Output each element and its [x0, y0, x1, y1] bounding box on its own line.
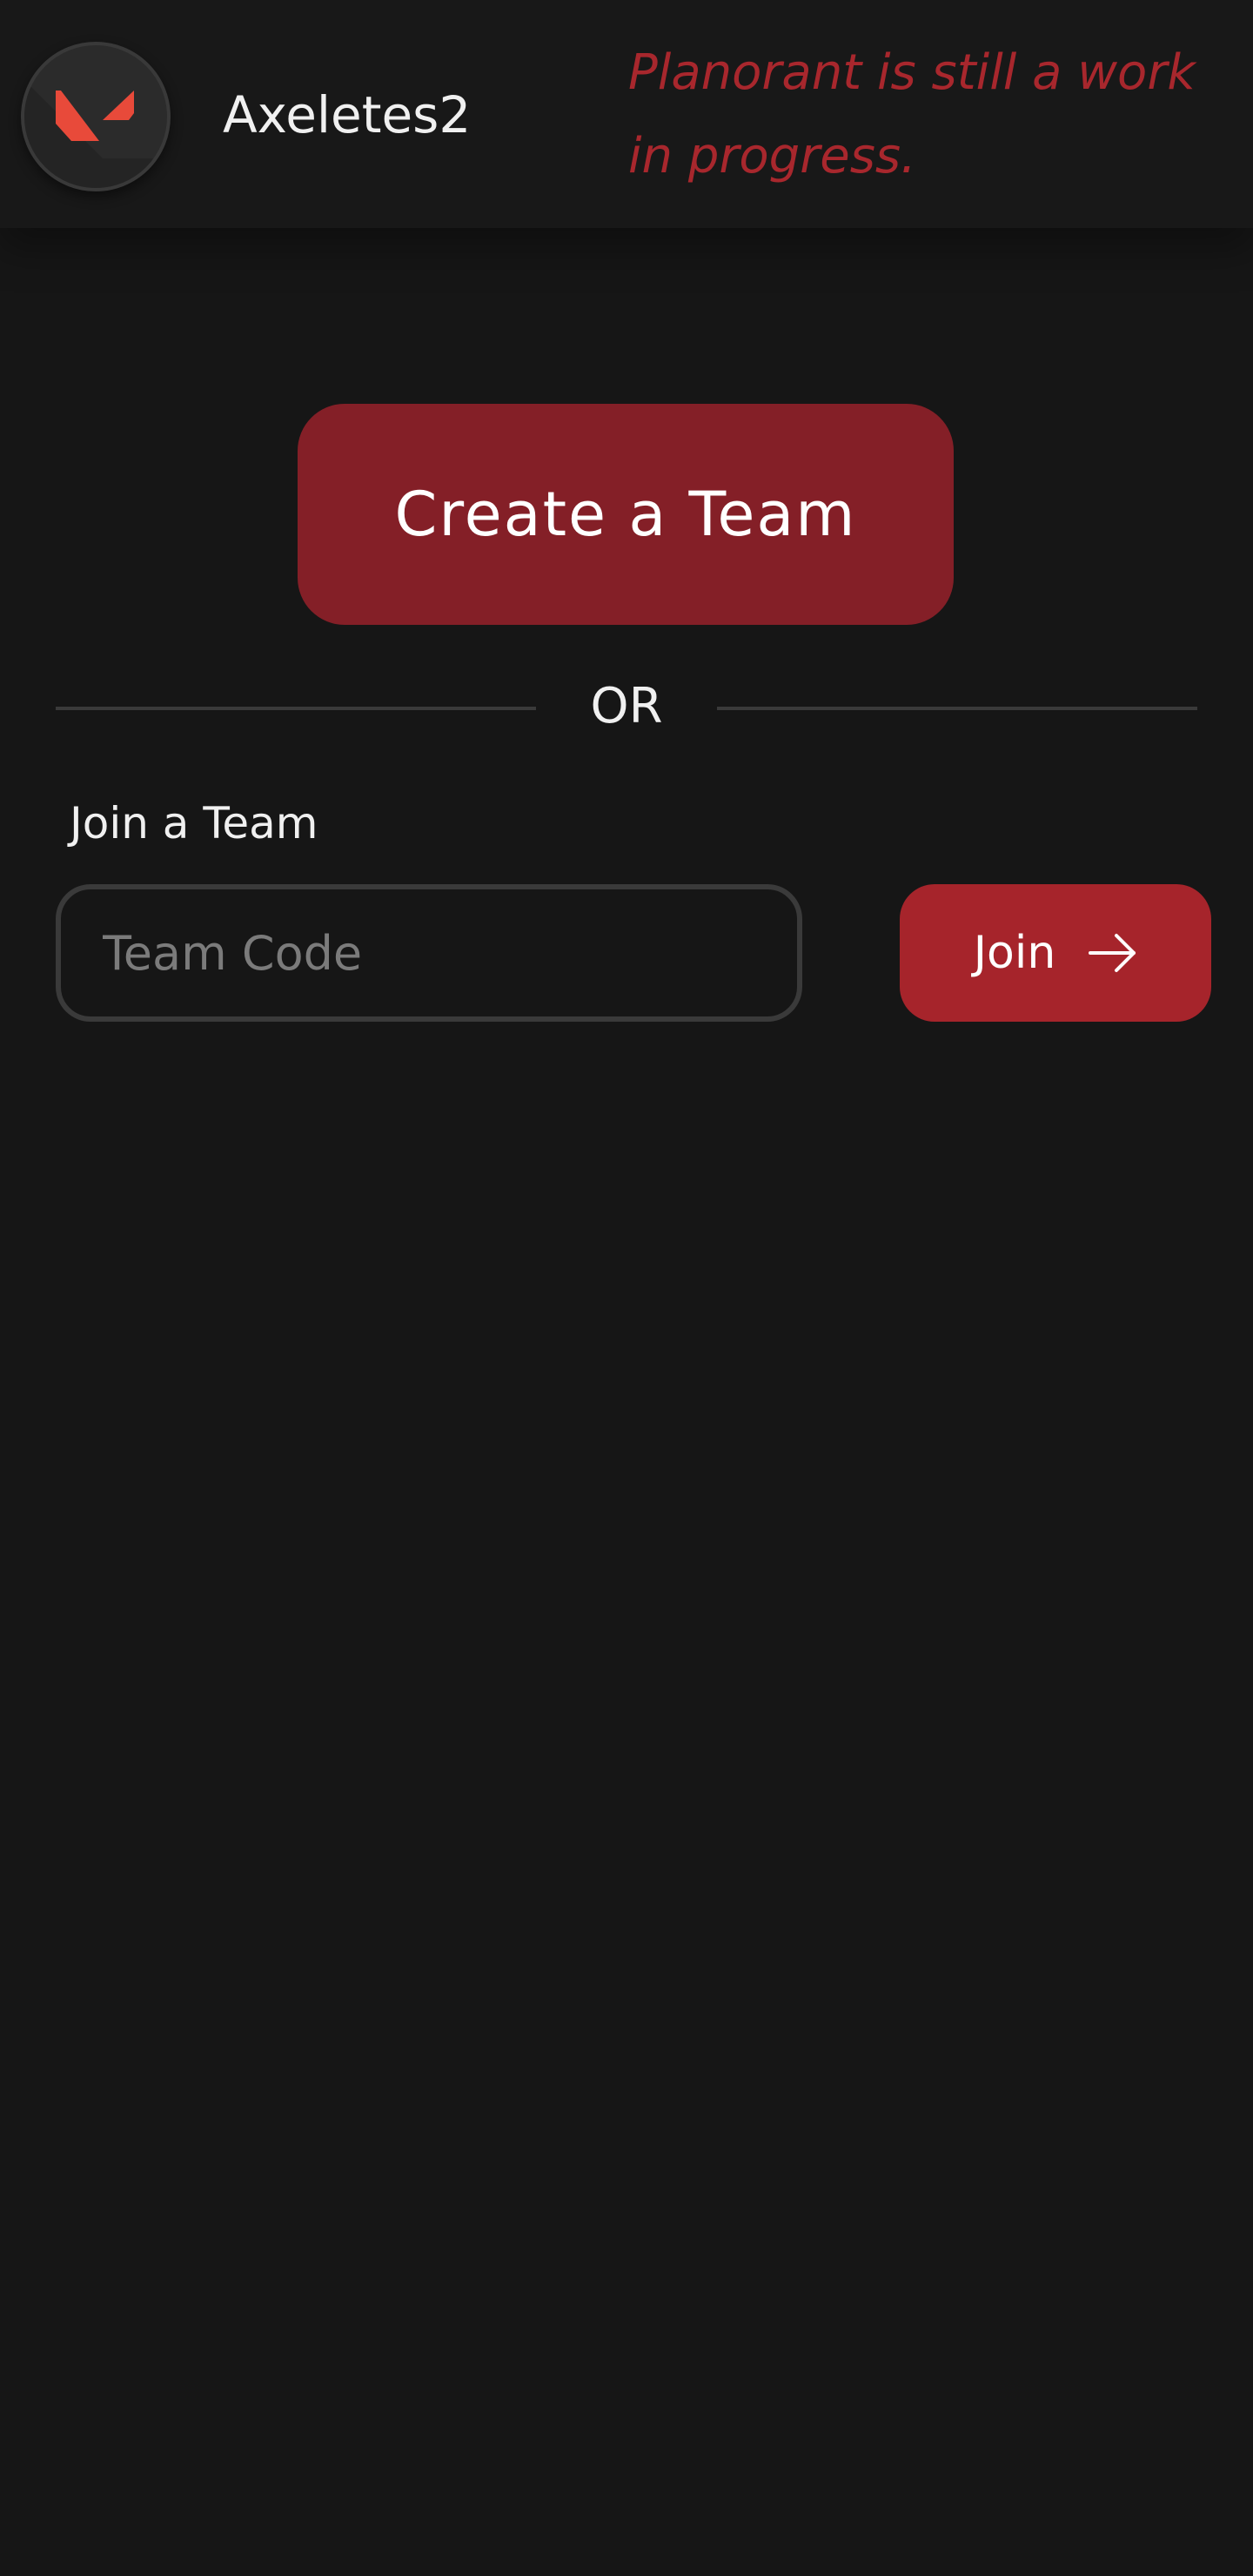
valorant-logo-icon	[24, 85, 167, 188]
team-code-input[interactable]	[56, 884, 802, 1022]
join-button-label: Join	[973, 927, 1056, 979]
divider-line-left	[56, 707, 536, 710]
create-team-button[interactable]: Create a Team	[298, 404, 954, 625]
join-button[interactable]: Join	[900, 884, 1211, 1022]
work-in-progress-notice: Planorant is still a work in progress.	[628, 44, 1196, 184]
divider-line-right	[717, 707, 1197, 710]
avatar[interactable]	[21, 42, 171, 191]
join-team-label: Join a Team	[70, 798, 318, 849]
username: Axeletes2	[223, 85, 472, 144]
top-bar: Axeletes2 Planorant is still a work in p…	[0, 0, 1253, 228]
arrow-right-icon	[1089, 929, 1137, 977]
or-divider-text: OR	[590, 678, 663, 735]
